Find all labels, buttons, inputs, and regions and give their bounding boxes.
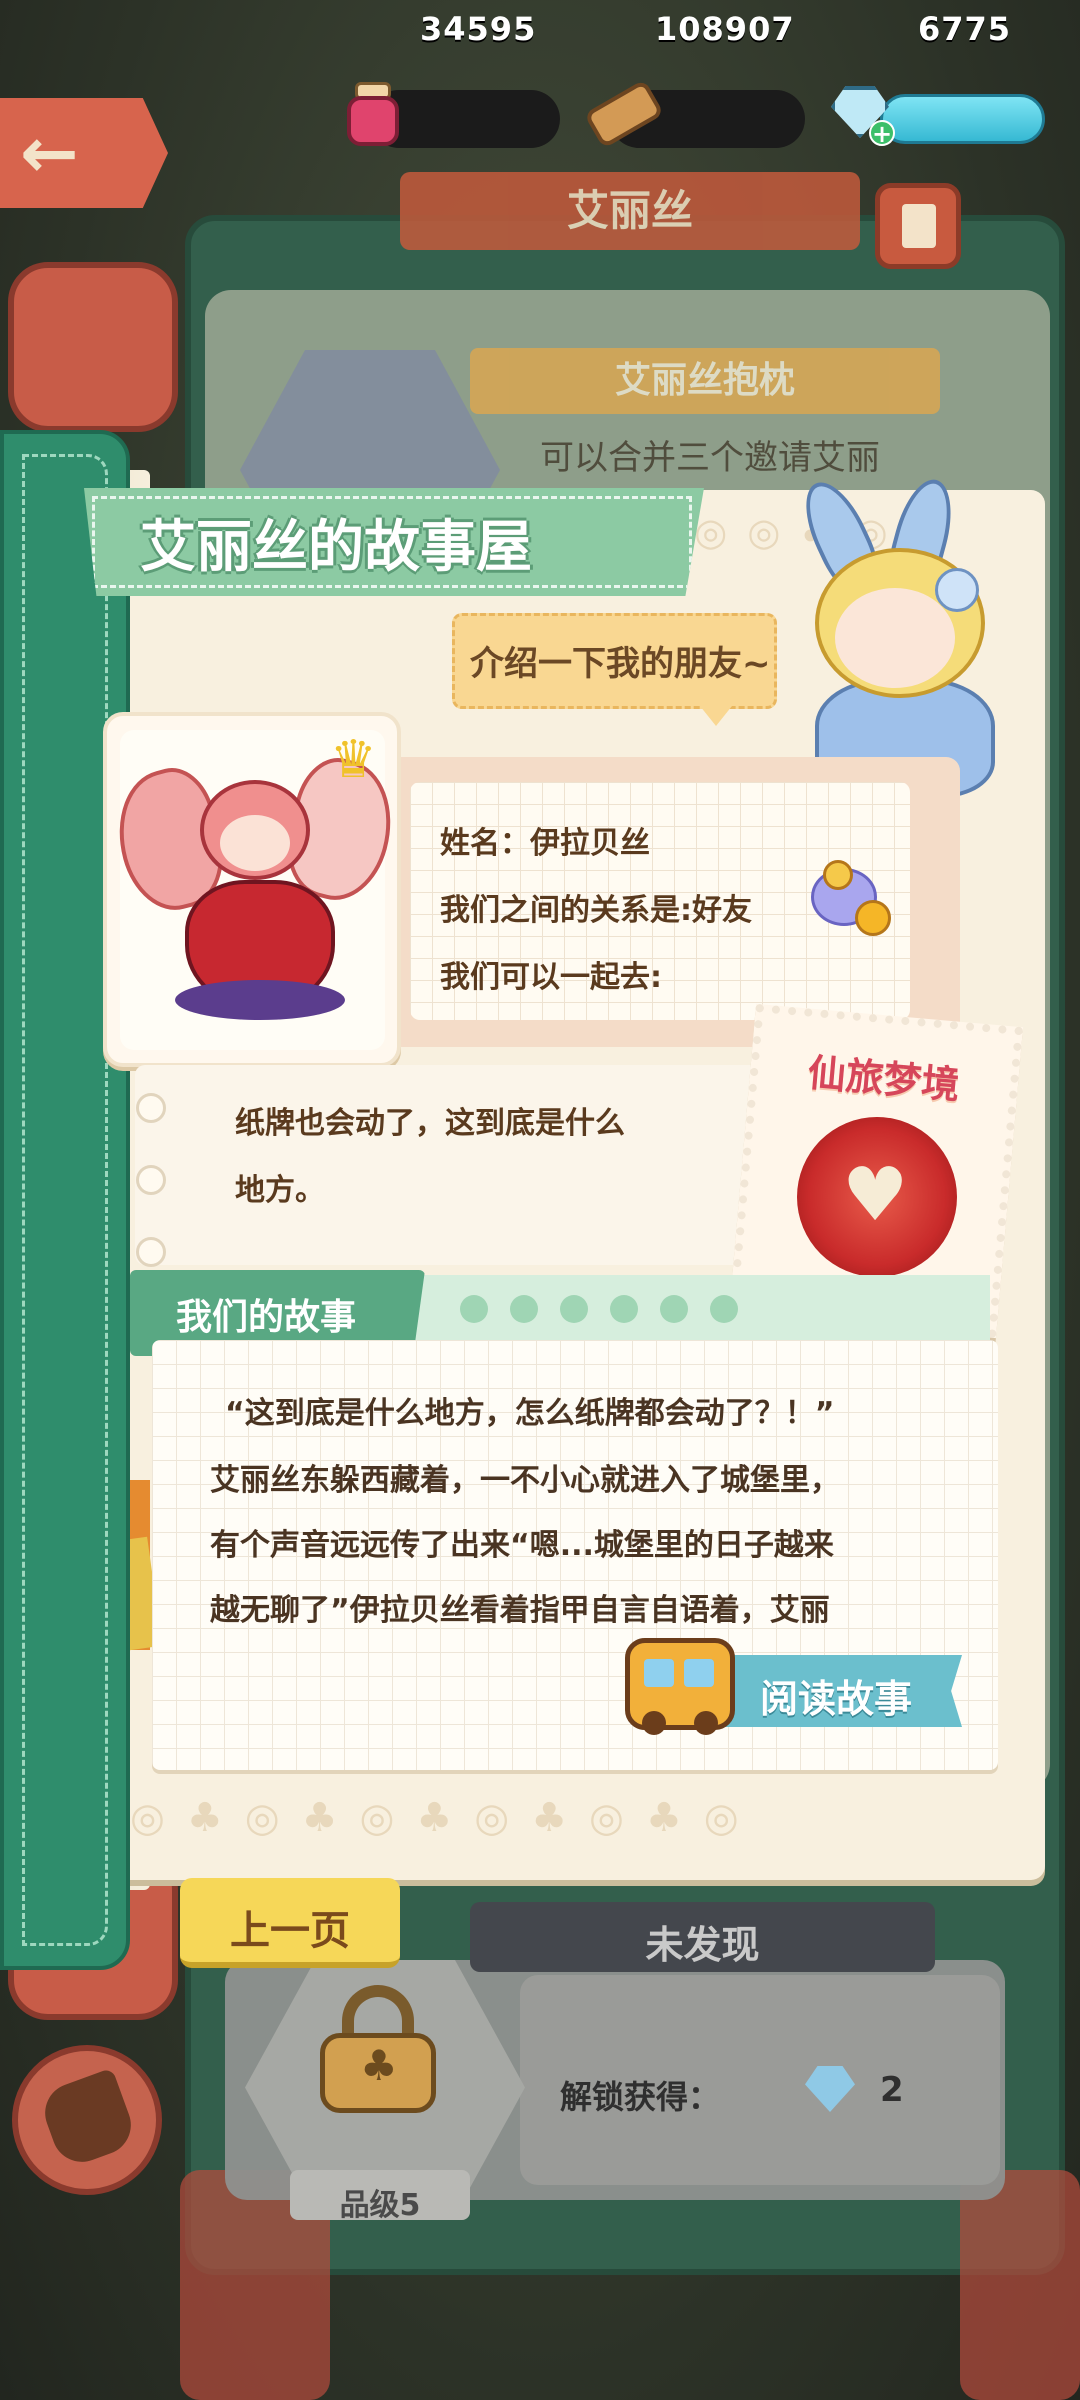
background-item-description: 可以合并三个邀请艾丽 <box>540 438 880 478</box>
speech-tail <box>700 706 732 726</box>
book-icon[interactable] <box>875 183 961 269</box>
prev-page-label[interactable]: 上一页 <box>180 1898 400 1956</box>
decor-right <box>960 2170 1080 2400</box>
ink-jar-icon <box>345 78 401 148</box>
story-label: 我们的故事 <box>176 1297 357 1338</box>
snippet-line: 地方。 <box>235 1173 325 1208</box>
grade-label: 品级5 <box>339 2188 421 2223</box>
binder-hole <box>136 1093 166 1123</box>
character-name-banner: 艾丽丝 <box>400 172 860 250</box>
binder-hole <box>136 1165 166 1195</box>
gem-icon: + <box>825 78 895 148</box>
gem-counter[interactable] <box>880 94 1045 144</box>
snippet-line: 纸牌也会动了，这到底是什么 <box>235 1106 625 1141</box>
read-story-label[interactable]: 阅读故事 <box>760 1668 912 1723</box>
undiscovered-label: 未发现 <box>645 1923 760 1967</box>
speech-text: 介绍一下我的朋友~ <box>470 644 771 684</box>
unlock-reward-count: 2 <box>880 2070 904 2110</box>
ink-value: 34595 <box>420 10 537 48</box>
friend-portrait-icon: ♛ <box>103 720 407 1020</box>
background-item-title: 艾丽丝抱枕 <box>470 348 940 414</box>
strip-dot <box>610 1295 638 1323</box>
page-title: 艾丽丝的故事屋 <box>140 515 532 580</box>
hand-icon <box>36 2067 140 2171</box>
back-button[interactable]: ← <box>0 98 168 208</box>
strip-dot <box>660 1295 688 1323</box>
friend-together: 我们可以一起去: <box>440 960 662 995</box>
back-arrow-icon: ← <box>20 112 79 194</box>
strip-dot <box>460 1295 488 1323</box>
story-line: 越无聊了”伊拉贝丝看着指甲自言自语着，艾丽 <box>210 1593 830 1628</box>
wood-value: 108907 <box>655 10 795 48</box>
story-line: 有个声音远远传了出来“嗯...城堡里的日子越来 <box>210 1528 834 1563</box>
unlock-reward-label: 解锁获得： <box>560 2078 721 2116</box>
story-line: 艾丽丝东躲西藏着，一不小心就进入了城堡里， <box>210 1463 840 1498</box>
hand-button[interactable] <box>12 2045 162 2195</box>
friend-name: 姓名：伊拉贝丝 <box>440 826 650 861</box>
lock-icon: ♣ <box>320 1985 436 2115</box>
friend-relation: 我们之间的关系是:好友 <box>440 893 752 928</box>
strip-dot <box>710 1295 738 1323</box>
strip-dot <box>560 1295 588 1323</box>
gem-value: 6775 <box>918 10 1012 48</box>
book-cover <box>0 430 130 1970</box>
heart-duck-sticker-icon <box>805 860 895 940</box>
story-line: “这到底是什么地方，怎么纸牌都会动了？！” <box>225 1396 835 1431</box>
bus-icon[interactable] <box>625 1638 735 1735</box>
snippet-area <box>135 1065 785 1265</box>
plus-icon[interactable]: + <box>869 120 895 146</box>
strip-dot <box>510 1295 538 1323</box>
heart-icon: ♥ <box>842 1152 909 1238</box>
wood-plank-icon <box>583 78 665 150</box>
side-menu-button[interactable] <box>8 262 178 432</box>
binder-hole <box>136 1237 166 1267</box>
page-pattern-bottom: ◎♣◎♣◎♣◎♣◎♣◎ <box>130 1795 761 1841</box>
